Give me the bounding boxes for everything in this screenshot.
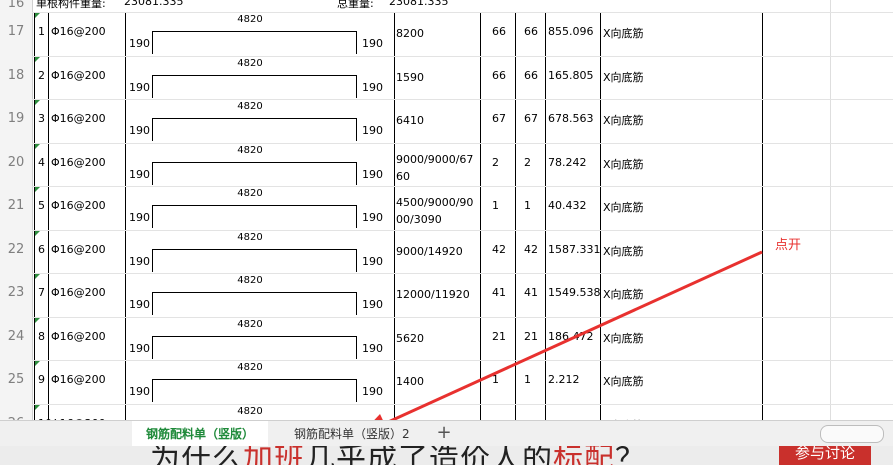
sheet-tab-bar: 钢筋配料单（竖版） 钢筋配料单（竖版）2 + (0, 420, 893, 449)
banner-headline: 为什么加班几乎成了造价人的标配？ (150, 446, 646, 465)
spreadsheet-area[interactable]: 单根构件重量: 23081.335 总重量: 23081.335 16 17 1 Φ… (0, 0, 893, 420)
tab-sheet-1[interactable]: 钢筋配料单（竖版） (132, 421, 269, 449)
tab-sheet-2[interactable]: 钢筋配料单（竖版）2 (280, 421, 424, 447)
add-sheet-button[interactable]: + (434, 421, 454, 447)
banner: 为什么加班几乎成了造价人的标配？ 参与讨论 (0, 446, 893, 465)
annotation-arrow (374, 250, 763, 420)
discuss-button[interactable]: 参与讨论 (779, 446, 871, 465)
horizontal-scrollbar[interactable] (820, 425, 884, 443)
